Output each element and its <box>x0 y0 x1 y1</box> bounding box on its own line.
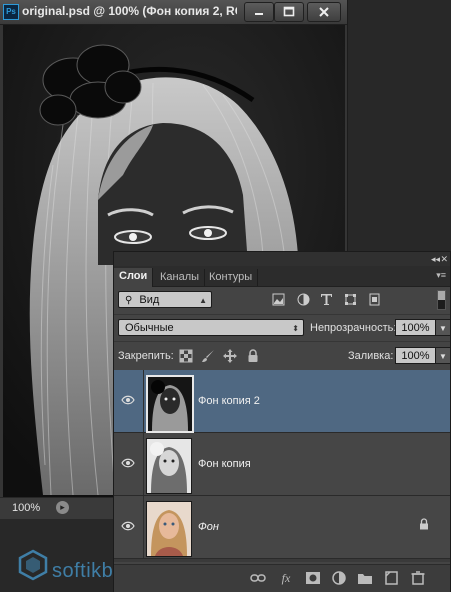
layer-thumbnail[interactable] <box>146 438 192 494</box>
layers-bottom-toolbar: fx <box>114 564 450 592</box>
tab-layers[interactable]: Слои <box>114 268 154 287</box>
layer-thumbnail[interactable] <box>146 501 192 557</box>
tab-paths[interactable]: Контуры <box>204 269 259 286</box>
eye-icon <box>121 395 135 405</box>
fill-label: Заливка: <box>348 350 394 362</box>
minimize-icon <box>255 13 263 15</box>
opacity-input[interactable]: 100% <box>395 319 436 336</box>
updown-arrow-icon: ▲ <box>199 296 207 305</box>
layers-panel: ◂◂ ✕ Слои Каналы Контуры ▾≡ ⚲ Вид ▲ Обыч… <box>113 251 451 592</box>
lock-fill-row: Закрепить: Заливка: 100% ▼ <box>114 341 451 371</box>
lock-transparency-icon[interactable] <box>179 349 193 363</box>
layer-row[interactable]: Фон <box>114 496 450 559</box>
blend-mode-select[interactable]: Обычные ⬍ <box>118 319 304 336</box>
search-icon: ⚲ <box>125 295 133 306</box>
opacity-label: Непрозрачность: <box>310 322 397 334</box>
opacity-dropdown-button[interactable]: ▼ <box>435 319 451 336</box>
lock-all-icon[interactable] <box>246 349 260 363</box>
lock-icon[interactable] <box>418 518 430 530</box>
layer-name[interactable]: Фон копия 2 <box>198 395 260 407</box>
smart-object-filter-icon[interactable] <box>368 293 381 306</box>
adjustment-filter-icon[interactable] <box>297 293 310 306</box>
type-filter-icon[interactable] <box>320 293 333 306</box>
zoom-level-field[interactable]: 100% <box>6 501 50 515</box>
lock-position-move-icon[interactable] <box>223 349 237 363</box>
mask-icon[interactable] <box>305 571 321 585</box>
layers-list: Фон копия 2 Фон копия Фон <box>114 370 450 562</box>
collapse-panel-button[interactable]: ◂◂ <box>431 252 440 266</box>
layer-thumbnail[interactable] <box>146 375 194 433</box>
folder-icon[interactable] <box>357 571 373 585</box>
minimize-button[interactable] <box>244 2 274 22</box>
adjustment-icon[interactable] <box>331 571 347 585</box>
document-title: original.psd @ 100% (Фон копия 2, RG... <box>22 4 237 18</box>
link-icon[interactable] <box>250 571 266 585</box>
lock-label: Закрепить: <box>118 350 174 362</box>
close-window-button[interactable] <box>307 2 341 22</box>
filter-row: ⚲ Вид ▲ <box>114 287 450 313</box>
fill-dropdown-button[interactable]: ▼ <box>435 347 451 364</box>
filter-toggle-switch[interactable] <box>437 290 446 310</box>
blend-mode-value: Обычные <box>125 322 174 334</box>
photoshop-logo-icon: Ps <box>3 4 19 20</box>
watermark-logo-icon <box>18 549 48 581</box>
tab-channels[interactable]: Каналы <box>155 269 206 286</box>
shape-filter-icon[interactable] <box>344 293 357 306</box>
visibility-toggle[interactable] <box>114 496 144 558</box>
updown-arrow-icon: ⬍ <box>292 324 299 333</box>
visibility-toggle[interactable] <box>114 433 144 495</box>
lock-pixels-brush-icon[interactable] <box>201 349 215 363</box>
visibility-toggle[interactable] <box>114 370 144 432</box>
panel-menu-icon[interactable]: ▾≡ <box>436 270 446 281</box>
panel-tabs: Слои Каналы Контуры ▾≡ <box>114 266 450 287</box>
eye-icon <box>121 458 135 468</box>
fx-icon[interactable]: fx <box>278 571 294 585</box>
layer-name[interactable]: Фон копия <box>198 458 251 470</box>
maximize-icon <box>283 6 295 17</box>
layer-row[interactable]: Фон копия <box>114 433 450 496</box>
blend-opacity-row: Обычные ⬍ Непрозрачность: 100% ▼ <box>114 314 451 342</box>
info-arrow-icon[interactable]: ▸ <box>56 501 69 514</box>
panel-header[interactable]: ◂◂ ✕ <box>114 252 450 266</box>
filter-kind-select[interactable]: ⚲ Вид ▲ <box>118 291 212 308</box>
document-titlebar[interactable]: Ps original.psd @ 100% (Фон копия 2, RG.… <box>0 0 347 25</box>
close-icon <box>319 7 329 17</box>
layer-name[interactable]: Фон <box>198 521 219 533</box>
trash-icon[interactable] <box>410 571 426 585</box>
filter-kind-value: Вид <box>139 294 160 306</box>
pixel-filter-icon[interactable] <box>272 293 285 306</box>
fill-input[interactable]: 100% <box>395 347 436 364</box>
maximize-button[interactable] <box>274 2 304 22</box>
layer-row[interactable]: Фон копия 2 <box>114 370 450 433</box>
new-layer-icon[interactable] <box>383 571 399 585</box>
eye-icon <box>121 521 135 531</box>
close-panel-button[interactable]: ✕ <box>440 252 448 266</box>
